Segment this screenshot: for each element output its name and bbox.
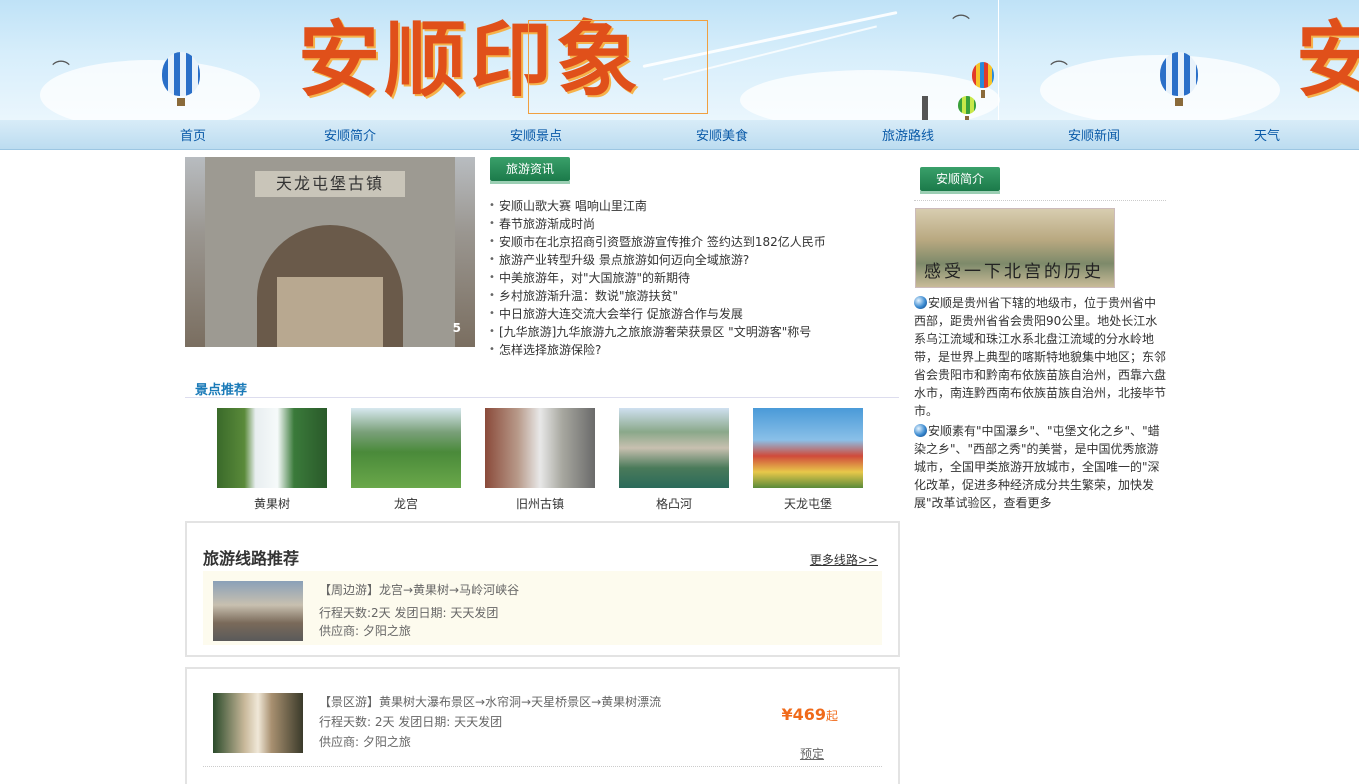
news-item[interactable]: 中美旅游年，对"大国旅游"的新期待 — [489, 269, 899, 287]
spot-card[interactable]: 旧州古镇 — [485, 408, 595, 512]
tower-decoration — [922, 96, 928, 120]
spot-image[interactable] — [753, 408, 863, 488]
bird-icon: ⌒ — [952, 14, 970, 35]
spot-image[interactable] — [619, 408, 729, 488]
route-price-value: ¥469 — [781, 705, 826, 724]
slide-index[interactable]: 5 — [453, 321, 461, 335]
logo-repeat: 安 — [1296, 12, 1359, 108]
bird-icon: ⌒ — [1050, 60, 1068, 81]
spot-image[interactable] — [351, 408, 461, 488]
slide-plaque: 天龙屯堡古镇 — [255, 171, 405, 197]
news-item[interactable]: 怎样选择旅游保险? — [489, 341, 899, 359]
route-price: ¥469起 — [781, 705, 838, 724]
news-item[interactable]: 中日旅游大连交流大会举行 促旅游合作与发展 — [489, 305, 899, 323]
route-row[interactable]: 【景区游】黄果树大瀑布景区→水帘洞→天星桥景区→黄果树漂流 行程天数: 2天 发… — [203, 683, 882, 761]
nav-food[interactable]: 安顺美食 — [696, 125, 748, 144]
news-item[interactable]: [九华旅游]九华旅游九之旅旅游奢荣获景区 "文明游客"称号 — [489, 323, 899, 341]
main-nav: 首页 安顺简介 安顺景点 安顺美食 旅游路线 安顺新闻 天气 — [0, 120, 1359, 150]
logo-box — [528, 20, 708, 114]
bird-icon: ⌒ — [52, 60, 70, 81]
spot-caption[interactable]: 黄果树 — [217, 495, 327, 512]
intro-paragraph-1: 安顺是贵州省下辖的地级市，位于贵州省中西部，距贵州省省会贵阳90公里。地处长江水… — [914, 294, 1166, 420]
book-button[interactable]: 预定 — [800, 745, 824, 762]
intro-image[interactable]: 感受一下北宫的历史 — [915, 208, 1115, 288]
tab-anshun-intro[interactable]: 安顺简介 — [920, 167, 1000, 194]
routes-panel: 旅游线路推荐 更多线路>> 【周边游】龙宫→黄果树→马岭河峡谷 行程天数:2天 … — [185, 521, 900, 657]
nav-attractions[interactable]: 安顺景点 — [510, 125, 562, 144]
route-name[interactable]: 【周边游】龙宫→黄果树→马岭河峡谷 — [319, 581, 519, 598]
intro-text-1: 安顺是贵州省下辖的地级市，位于贵州省中西部，距贵州省省会贵阳90公里。地处长江水… — [914, 296, 1167, 418]
slideshow[interactable]: 天龙屯堡古镇 5 — [185, 157, 475, 347]
news-item[interactable]: 安顺山歌大赛 唱响山里江南 — [489, 197, 899, 215]
more-routes-link[interactable]: 更多线路>> — [810, 551, 878, 568]
intro-image-caption: 感受一下北宫的历史 — [924, 262, 1104, 282]
header-banner: ⌒ ⌒ ⌒ 安顺印象 安 — [0, 0, 1359, 120]
balloon-icon — [972, 62, 994, 98]
nav-home[interactable]: 首页 — [180, 125, 206, 144]
routes-panel-2: 【景区游】黄果树大瀑布景区→水帘洞→天星桥景区→黄果树漂流 行程天数: 2天 发… — [185, 667, 900, 784]
route-price-suffix: 起 — [825, 709, 838, 723]
nav-routes[interactable]: 旅游路线 — [882, 125, 934, 144]
spot-card[interactable]: 天龙屯堡 — [753, 408, 863, 512]
news-item[interactable]: 乡村旅游渐升温：数说"旅游扶贫" — [489, 287, 899, 305]
balloon-icon — [162, 52, 200, 106]
intro-paragraph-2: 安顺素有"中国瀑乡"、"屯堡文化之乡"、"蜡染之乡"、"西部之秀"的美誉，是中国… — [914, 422, 1166, 512]
spots-heading: 景点推荐 — [195, 383, 248, 398]
globe-icon — [914, 424, 927, 437]
nav-intro[interactable]: 安顺简介 — [324, 125, 376, 144]
route-row[interactable]: 【周边游】龙宫→黄果树→马岭河峡谷 行程天数:2天 发团日期: 天天发团 供应商… — [203, 571, 882, 645]
spot-caption[interactable]: 旧州古镇 — [485, 495, 595, 512]
spots-header: 景点推荐 — [185, 378, 899, 398]
spot-card[interactable]: 龙宫 — [351, 408, 461, 512]
route-thumbnail[interactable] — [213, 693, 303, 753]
spot-card[interactable]: 格凸河 — [619, 408, 729, 512]
spot-caption[interactable]: 天龙屯堡 — [753, 495, 863, 512]
spot-caption[interactable]: 龙宫 — [351, 495, 461, 512]
site-logo: 安顺印象 — [298, 12, 708, 114]
route-supplier: 供应商: 夕阳之旅 — [319, 624, 411, 638]
routes-heading: 旅游线路推荐 — [203, 549, 300, 568]
route-days: 行程天数: 2天 发团日期: 天天发团 — [319, 715, 503, 729]
route-thumbnail[interactable] — [213, 581, 303, 641]
spot-image[interactable] — [217, 408, 327, 488]
spot-card[interactable]: 黄果树 — [217, 408, 327, 512]
intro-text-2[interactable]: 安顺素有"中国瀑乡"、"屯堡文化之乡"、"蜡染之乡"、"西部之秀"的美誉，是中国… — [914, 424, 1160, 510]
globe-icon — [914, 296, 927, 309]
balloon-icon — [1160, 52, 1198, 106]
nav-weather[interactable]: 天气 — [1254, 125, 1280, 144]
tab-travel-news[interactable]: 旅游资讯 — [490, 157, 570, 184]
logo-text-part1: 安顺 — [298, 12, 471, 108]
news-item[interactable]: 安顺市在北京招商引资暨旅游宣传推介 签约达到182亿人民币 — [489, 233, 899, 251]
news-item[interactable]: 旅游产业转型升级 景点旅游如何迈向全域旅游? — [489, 251, 899, 269]
route-supplier: 供应商: 夕阳之旅 — [319, 735, 411, 749]
news-list: 安顺山歌大赛 唱响山里江南 春节旅游渐成时尚 安顺市在北京招商引资暨旅游宣传推介… — [489, 197, 899, 359]
nav-news[interactable]: 安顺新闻 — [1068, 125, 1120, 144]
news-item[interactable]: 春节旅游渐成时尚 — [489, 215, 899, 233]
balloon-icon — [958, 96, 976, 120]
route-name[interactable]: 【景区游】黄果树大瀑布景区→水帘洞→天星桥景区→黄果树漂流 — [319, 693, 661, 710]
spot-caption[interactable]: 格凸河 — [619, 495, 729, 512]
spot-image[interactable] — [485, 408, 595, 488]
route-days: 行程天数:2天 发团日期: 天天发团 — [319, 606, 499, 620]
